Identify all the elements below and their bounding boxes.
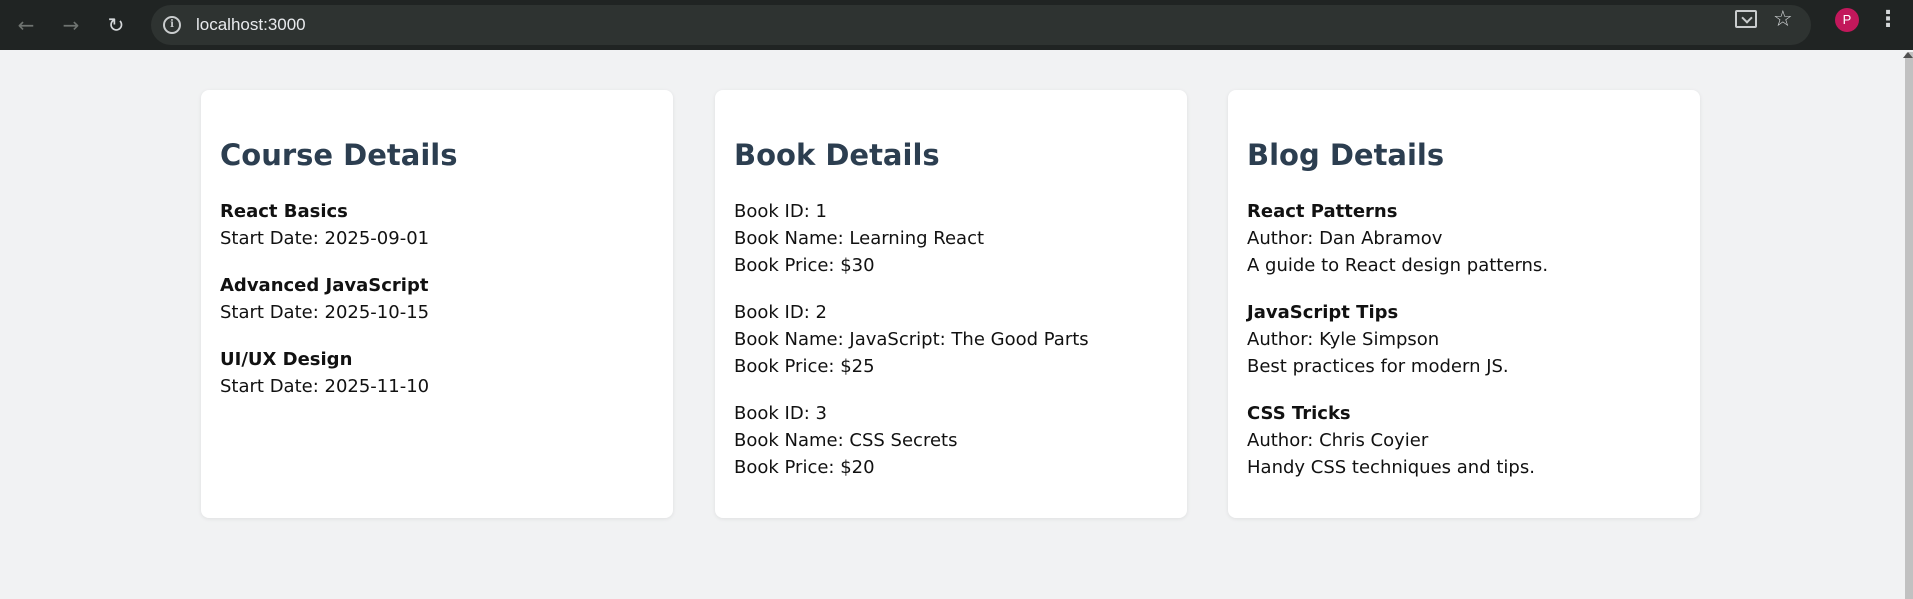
blog-author: Author: Chris Coyier — [1247, 430, 1429, 451]
book-id: Book ID: 2 — [734, 302, 827, 323]
course-start-date: Start Date: 2025-11-10 — [220, 376, 430, 397]
page-content: Course Details React Basics Start Date: … — [0, 50, 1903, 599]
back-arrow-icon[interactable]: ← — [10, 9, 42, 41]
book-id: Book ID: 1 — [734, 201, 827, 222]
blog-details-card: Blog Details React Patterns Author: Dan … — [1228, 90, 1700, 518]
card-heading: Course Details — [220, 138, 458, 172]
scroll-up-arrow-icon[interactable] — [1903, 52, 1913, 58]
forward-arrow-icon[interactable]: → — [55, 9, 87, 41]
profile-avatar[interactable]: P — [1835, 8, 1859, 32]
course-name: React Basics — [220, 201, 348, 222]
book-price: Book Price: $30 — [734, 255, 875, 276]
book-name: Book Name: JavaScript: The Good Parts — [734, 329, 1089, 350]
blog-author: Author: Kyle Simpson — [1247, 329, 1440, 350]
book-item: Book ID: 3 Book Name: CSS Secrets Book P… — [734, 400, 1168, 481]
blog-description: A guide to React design patterns. — [1247, 255, 1549, 276]
reload-icon[interactable]: ↻ — [100, 9, 132, 41]
course-name: Advanced JavaScript — [220, 275, 429, 296]
address-bar[interactable]: i localhost:3000 — [151, 5, 1811, 45]
book-price: Book Price: $20 — [734, 457, 875, 478]
blog-description: Best practices for modern JS. — [1247, 356, 1509, 377]
blog-author: Author: Dan Abramov — [1247, 228, 1443, 249]
blog-item: React Patterns Author: Dan Abramov A gui… — [1247, 198, 1681, 279]
star-icon[interactable]: ☆ — [1773, 7, 1793, 32]
book-id: Book ID: 3 — [734, 403, 827, 424]
course-item: React Basics Start Date: 2025-09-01 — [220, 198, 654, 252]
scrollbar-thumb[interactable] — [1905, 52, 1913, 599]
book-item: Book ID: 1 Book Name: Learning React Boo… — [734, 198, 1168, 279]
book-name: Book Name: Learning React — [734, 228, 985, 249]
course-start-date: Start Date: 2025-10-15 — [220, 302, 430, 323]
card-heading: Blog Details — [1247, 138, 1445, 172]
book-item: Book ID: 2 Book Name: JavaScript: The Go… — [734, 299, 1168, 380]
book-price: Book Price: $25 — [734, 356, 875, 377]
blog-description: Handy CSS techniques and tips. — [1247, 457, 1535, 478]
book-name: Book Name: CSS Secrets — [734, 430, 958, 451]
blog-title: JavaScript Tips — [1247, 302, 1399, 323]
url-text[interactable]: localhost:3000 — [196, 15, 306, 35]
install-app-icon[interactable] — [1735, 10, 1757, 28]
blog-title: React Patterns — [1247, 201, 1398, 222]
course-details-card: Course Details React Basics Start Date: … — [201, 90, 673, 518]
browser-toolbar: ← → ↻ i localhost:3000 ☆ P ⋮ — [0, 0, 1913, 50]
book-details-card: Book Details Book ID: 1 Book Name: Learn… — [715, 90, 1187, 518]
blog-item: CSS Tricks Author: Chris Coyier Handy CS… — [1247, 400, 1681, 481]
course-item: Advanced JavaScript Start Date: 2025-10-… — [220, 272, 654, 326]
blog-item: JavaScript Tips Author: Kyle Simpson Bes… — [1247, 299, 1681, 380]
info-icon[interactable]: i — [163, 16, 181, 34]
vertical-scrollbar[interactable] — [1903, 50, 1913, 599]
course-start-date: Start Date: 2025-09-01 — [220, 228, 430, 249]
course-item: UI/UX Design Start Date: 2025-11-10 — [220, 346, 654, 400]
kebab-menu-icon[interactable]: ⋮ — [1877, 6, 1899, 34]
card-heading: Book Details — [734, 138, 940, 172]
blog-title: CSS Tricks — [1247, 403, 1351, 424]
course-name: UI/UX Design — [220, 349, 353, 370]
